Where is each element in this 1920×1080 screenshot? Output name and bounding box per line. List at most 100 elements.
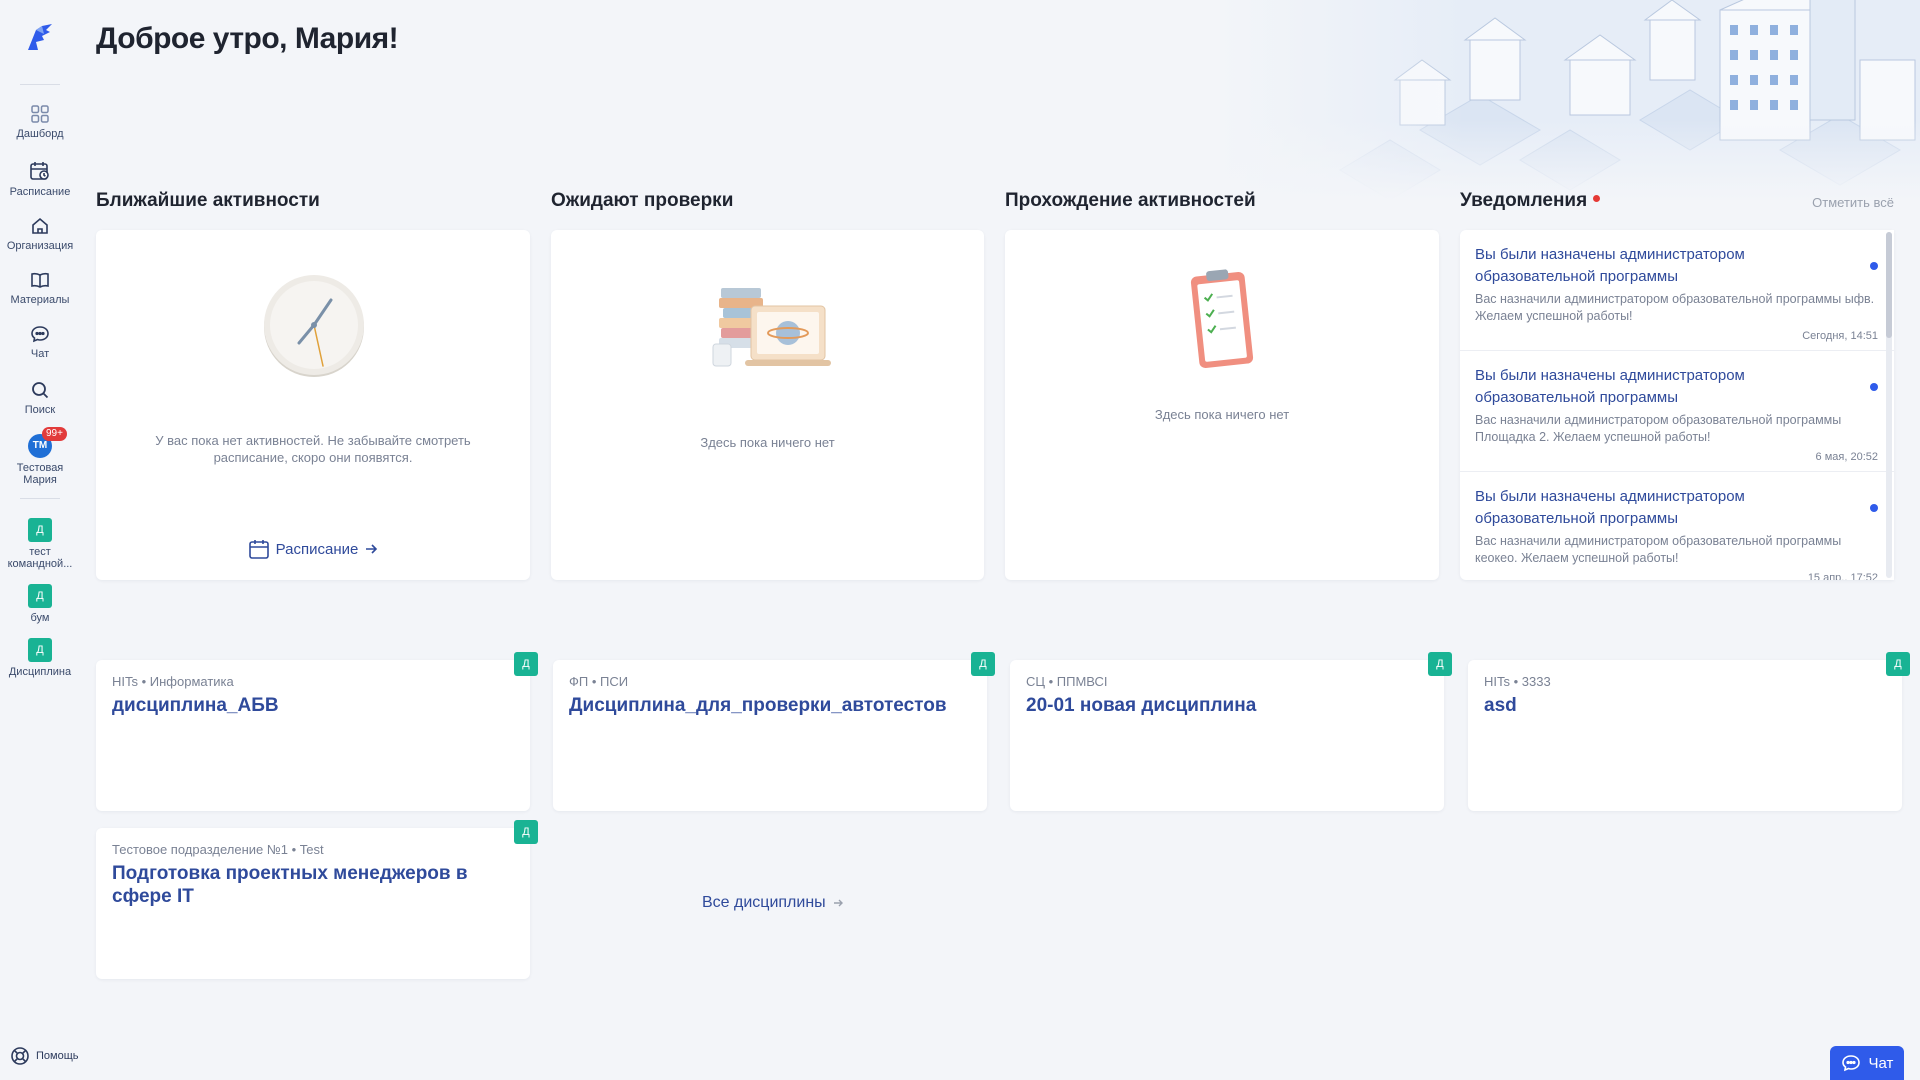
notifications-title: Уведомления <box>1460 190 1588 211</box>
discipline-tag: Д <box>514 820 538 844</box>
help-button[interactable]: Помощь <box>10 1046 79 1066</box>
scrollbar-thumb[interactable] <box>1886 232 1892 338</box>
discipline-meta: ФП • ПСИ <box>569 674 629 689</box>
chat-icon <box>31 326 49 343</box>
discipline-card[interactable]: HITs • Информатика дисциплина_АБВ Д <box>96 652 538 811</box>
sidebar-item-schedule[interactable]: Расписание <box>0 160 80 198</box>
discipline-meta: HITs • 3333 <box>1484 674 1551 689</box>
discipline-name: Дисциплина_для_проверки_автотестов <box>569 695 947 716</box>
unread-indicator <box>1870 383 1878 391</box>
awaiting-review-card: Здесь пока ничего нет <box>551 230 984 580</box>
sidebar-divider <box>20 498 60 499</box>
notification-item[interactable]: Вы были назначены администратором образо… <box>1460 351 1894 472</box>
all-disciplines-link[interactable]: Все дисциплины <box>702 894 844 912</box>
calendar-icon <box>248 540 269 559</box>
discipline-meta: HITs • Информатика <box>112 674 234 689</box>
sidebar-item-label: Материалы <box>10 294 70 306</box>
sidebar-item-materials[interactable]: Материалы <box>0 270 80 306</box>
discipline-name: asd <box>1484 695 1517 716</box>
discipline-meta: СЦ • ППМВСI <box>1026 674 1108 689</box>
notification-date: 6 мая, 20:52 <box>1815 451 1878 463</box>
search-icon <box>32 382 49 399</box>
unread-indicator <box>1870 504 1878 512</box>
clock-illustration <box>264 275 364 377</box>
discipline-card[interactable]: HITs • 3333 asd Д <box>1468 652 1910 811</box>
discipline-card[interactable]: Тестовое подразделение №1 • Test Подгото… <box>96 820 538 979</box>
discipline-tag: Д <box>514 652 538 676</box>
discipline-card[interactable]: СЦ • ППМВСI 20-01 новая дисциплина Д <box>1010 652 1452 811</box>
sidebar-team-item[interactable]: Д тест командной... <box>0 518 80 570</box>
team-tag: Д <box>28 584 52 608</box>
discipline-tag: Д <box>971 652 995 676</box>
sidebar: Дашборд Расписание Организация Материалы… <box>0 0 80 1080</box>
team-label-line2: командной... <box>7 558 73 570</box>
discipline-name: дисциплина_АБВ <box>112 695 279 716</box>
schedule-link[interactable]: Расписание <box>96 538 530 560</box>
help-label: Помощь <box>36 1050 79 1062</box>
sidebar-item-chat[interactable]: Чат <box>0 324 80 360</box>
team-tag: Д <box>28 518 52 542</box>
notification-count-badge: 99+ <box>42 427 67 441</box>
books-laptop-illustration <box>712 288 831 367</box>
section-title-upcoming: Ближайшие активности <box>96 190 320 211</box>
sidebar-user-profile[interactable]: ТМ 99+ Тестовая Мария <box>0 427 80 486</box>
notification-title: Вы были назначены администратором образо… <box>1475 488 1745 527</box>
hero-city-illustration <box>1220 0 1920 200</box>
sidebar-team-item[interactable]: Д бум <box>0 584 80 624</box>
app-logo-icon[interactable] <box>22 20 58 56</box>
clipboard-illustration <box>1190 269 1254 368</box>
arrow-right-icon <box>366 544 378 554</box>
book-icon <box>31 272 49 288</box>
discipline-tag: Д <box>1428 652 1452 676</box>
chat-bubble-icon <box>1841 1055 1860 1072</box>
floating-chat-button[interactable]: Чат <box>1830 1046 1904 1080</box>
notification-title: Вы были назначены администратором образо… <box>1475 246 1745 285</box>
sidebar-item-label: Организация <box>6 240 74 252</box>
discipline-meta: Тестовое подразделение №1 • Test <box>112 842 324 857</box>
user-name-line1: Тестовая <box>16 462 64 474</box>
sidebar-team-item[interactable]: Д Дисциплина <box>0 638 80 678</box>
notification-body: Вас назначили администратором образовате… <box>1475 534 1842 565</box>
discipline-name: Подготовка проектных менеджеров в сфере … <box>112 863 468 907</box>
notification-body: Вас назначили администратором образовате… <box>1475 292 1875 323</box>
mark-all-read-button[interactable]: Отметить всё <box>1812 195 1894 210</box>
section-title-progress: Прохождение активностей <box>1005 190 1256 211</box>
activity-progress-card: Здесь пока ничего нет <box>1005 230 1439 580</box>
sidebar-item-organization[interactable]: Организация <box>0 216 80 252</box>
notification-body: Вас назначили администратором образовате… <box>1475 413 1842 444</box>
team-label-line1: бум <box>30 612 50 624</box>
calendar-clock-icon <box>30 162 49 180</box>
progress-empty-text: Здесь пока ничего нет <box>1154 407 1290 422</box>
review-empty-text: Здесь пока ничего нет <box>700 435 835 450</box>
sidebar-divider <box>20 84 60 85</box>
sidebar-item-label: Расписание <box>9 186 71 198</box>
notification-item[interactable]: Вы были назначены администратором образо… <box>1460 472 1894 580</box>
discipline-name: 20-01 новая дисциплина <box>1026 695 1257 716</box>
team-label-line1: Дисциплина <box>8 666 72 678</box>
schedule-link-label: Расписание <box>275 540 359 558</box>
chat-button-label: Чат <box>1868 1054 1894 1072</box>
grid-icon <box>31 105 49 123</box>
team-tag: Д <box>28 638 52 662</box>
notification-date: 15 апр., 17:52 <box>1807 572 1878 580</box>
discipline-card[interactable]: ФП • ПСИ Дисциплина_для_проверки_автотес… <box>553 652 995 811</box>
notification-title: Вы были назначены администратором образо… <box>1475 367 1745 406</box>
unread-dot <box>1593 195 1601 203</box>
notifications-scrollbar[interactable] <box>1886 232 1892 578</box>
home-icon <box>32 217 48 234</box>
discipline-tag: Д <box>1886 652 1910 676</box>
page-title: Доброе утро, Мария! <box>96 22 399 55</box>
sidebar-item-dashboard[interactable]: Дашборд <box>0 104 80 140</box>
lifebuoy-icon <box>11 1047 29 1065</box>
sidebar-item-label: Чат <box>30 348 50 360</box>
user-name-line2: Мария <box>23 474 57 486</box>
arrow-right-icon <box>833 899 843 907</box>
sidebar-item-label: Поиск <box>24 404 56 416</box>
unread-indicator <box>1870 262 1878 270</box>
upcoming-empty-text: У вас пока нет активностей. Не забывайте… <box>155 433 471 465</box>
all-disciplines-label: Все дисциплины <box>702 894 826 911</box>
sidebar-item-label: Дашборд <box>16 128 64 140</box>
notification-item[interactable]: Вы были назначены администратором образо… <box>1460 230 1894 351</box>
sidebar-item-search[interactable]: Поиск <box>0 380 80 416</box>
upcoming-activities-card: У вас пока нет активностей. Не забывайте… <box>96 230 530 580</box>
